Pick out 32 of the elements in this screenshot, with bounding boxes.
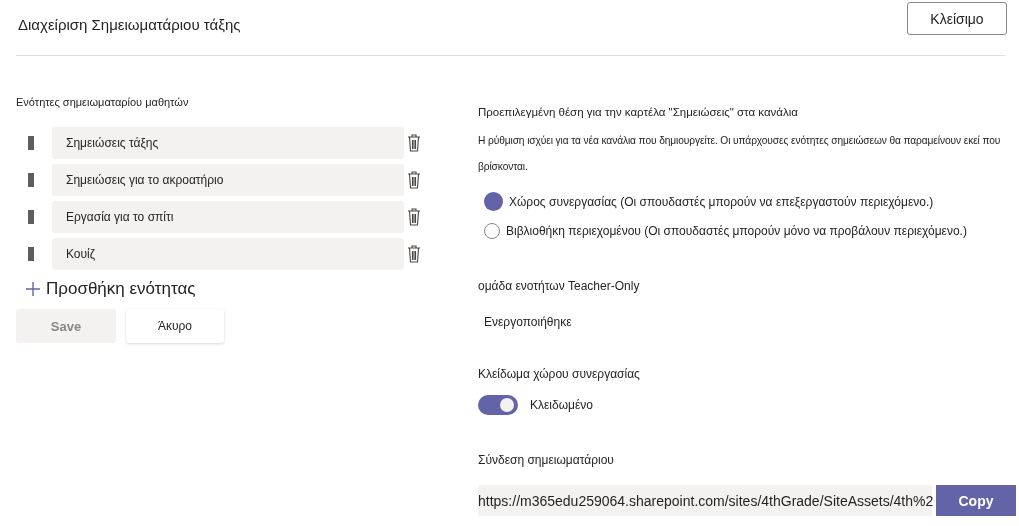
radio-button[interactable] [484,192,503,211]
section-list-label: Ενότητες σημειωματαρίου μαθητών [16,96,190,108]
drag-handle-icon[interactable] [28,136,34,150]
drag-handle-icon[interactable] [28,173,34,187]
section-name-field[interactable]: Εργασία για το σπίτι [52,201,404,233]
close-button[interactable]: Κλείσιμο [907,2,1007,35]
trash-icon[interactable] [407,208,421,226]
trash-icon[interactable] [407,171,421,189]
location-description: Η ρύθμιση ισχύει για τα νέα κανάλια που δημιουργείτε. Οι υπάρχουσες ενότητες σημειώσεων θα παραμείνουν εκεί που βρίσκονται. [478,134,1002,174]
dialog-title: Διαχείριση Σημειωματάριου τάξης [18,16,241,33]
notebook-link-field[interactable]: https://m365edu259064.sharepoint.com/sites/4thGrade/SiteAssets/4th%2 [478,485,932,516]
radio-button[interactable] [484,223,500,239]
trash-icon[interactable] [407,134,421,152]
teacher-only-status: Ενεργοποιήθηκε [484,315,573,329]
teacher-only-label: ομάδα ενοτήτων Teacher-Only [478,279,641,293]
link-label: Σύνδεση σημειωματάριου [478,453,615,467]
section-name-field[interactable]: Σημειώσεις τάξης [52,127,404,159]
option-label: Βιβλιοθήκη περιεχομένου (Οι σπουδαστές μπορούν μόνο να προβάλουν περιεχόμενο.) [506,224,967,238]
section-name-field[interactable]: Σημειώσεις για το ακροατήριο [52,164,404,196]
drag-handle-icon[interactable] [28,210,34,224]
cancel-button[interactable]: Άκυρο [126,309,224,343]
copy-button[interactable]: Copy [936,485,1016,516]
option-label: Χώρος συνεργασίας (Οι σπουδαστές μπορούν να επεξεργαστούν περιεχόμενο.) [509,194,934,209]
add-section-button[interactable]: Προσθήκη ενότητας [26,279,196,299]
plus-icon [26,282,40,296]
lock-toggle[interactable] [478,395,518,415]
section-name-field[interactable]: Κουίζ [52,238,404,270]
lock-label: Κλείδωμα χώρου συνεργασίας [478,367,641,381]
lock-state-label: Κλειδωμένο [530,398,593,412]
drag-handle-icon[interactable] [28,247,34,261]
location-label: Προεπιλεγμένη θέση για την καρτέλα "Σημειώσεις" στα κανάλια [478,106,799,118]
trash-icon[interactable] [407,245,421,263]
